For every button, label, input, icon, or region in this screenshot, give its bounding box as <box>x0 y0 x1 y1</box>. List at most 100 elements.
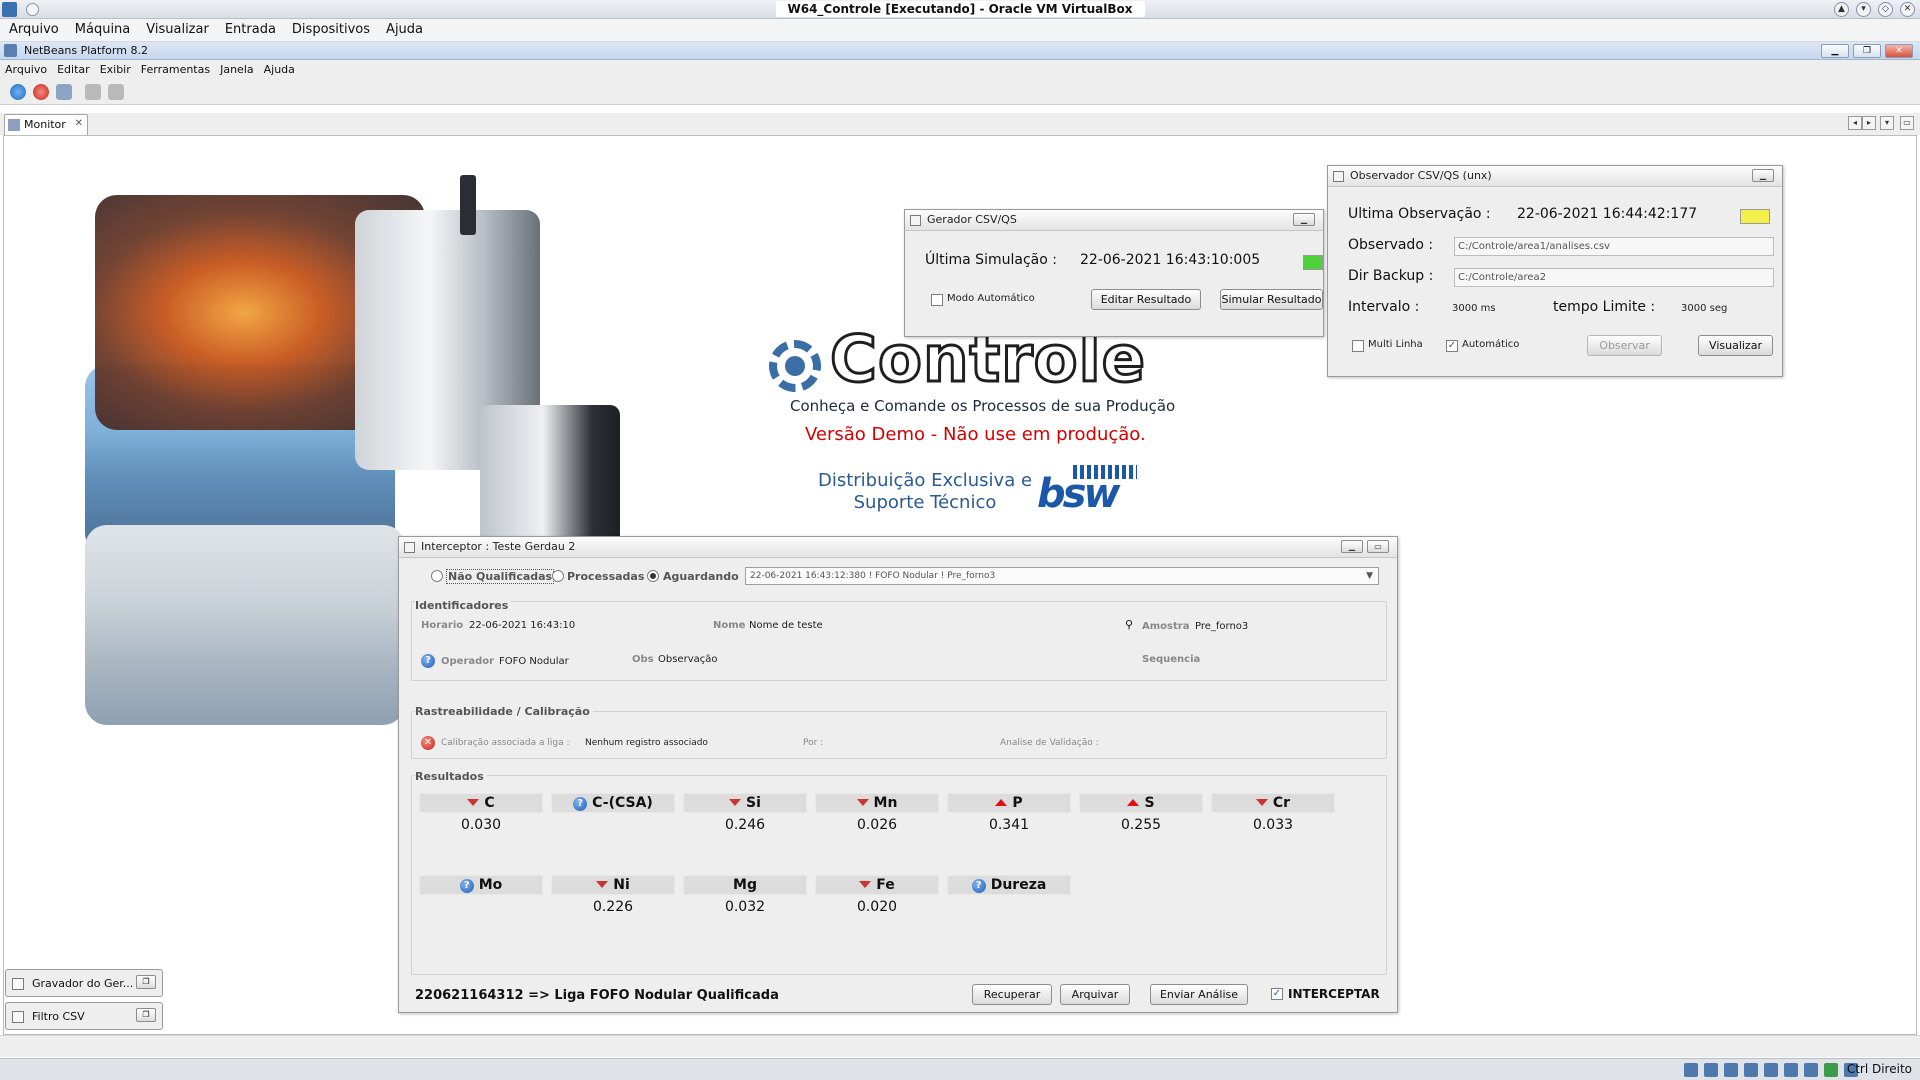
save-all-icon[interactable] <box>56 84 72 100</box>
view-button[interactable]: Visualizar <box>1698 335 1773 356</box>
send-analysis-button[interactable]: Enviar Análise <box>1150 984 1248 1005</box>
result-element-value: 0.033 <box>1252 817 1294 833</box>
result-element-header[interactable]: Cr <box>1211 793 1335 813</box>
nb-menu-ferramentas[interactable]: Ferramentas <box>136 60 215 79</box>
minimize-icon[interactable]: ▲ <box>1834 2 1849 17</box>
tab-monitor[interactable]: Monitor ✕ <box>4 114 88 135</box>
gear-logo-icon <box>769 340 821 392</box>
maximize-icon[interactable]: ▾ <box>1856 2 1871 17</box>
restore-frame-icon[interactable]: ❐ <box>136 1008 156 1022</box>
nome-value: Nome de teste <box>749 620 823 631</box>
interceptor-titlebar[interactable]: Interceptor : Teste Gerdau 2 ▁ ▭ <box>399 537 1397 558</box>
backup-dir-field[interactable]: C:/Controle/area2 <box>1454 268 1774 287</box>
archive-button[interactable]: Arquivar <box>1060 984 1130 1005</box>
automatic-checkbox[interactable]: ✓ <box>1446 340 1458 352</box>
gerador-titlebar[interactable]: Gerador CSV/QS ▁ <box>905 210 1323 231</box>
display-icon[interactable] <box>1804 1063 1818 1077</box>
result-element-header[interactable]: Ni <box>551 875 675 895</box>
result-element-value: 0.020 <box>856 899 898 915</box>
close-icon[interactable]: ✕ <box>1900 2 1915 17</box>
result-element-value: 0.341 <box>988 817 1030 833</box>
undo-icon[interactable] <box>85 84 101 100</box>
vbox-menu-dispositivos[interactable]: Dispositivos <box>284 19 378 41</box>
nb-menu-arquivo[interactable]: Arquivo <box>0 60 52 79</box>
intercept-checkbox[interactable]: ✓ <box>1271 988 1283 1000</box>
observed-path-field[interactable]: C:/Controle/area1/analises.csv <box>1454 237 1774 256</box>
tab-list-icon[interactable]: ▾ <box>1880 116 1894 130</box>
vbox-menu-visualizar[interactable]: Visualizar <box>138 19 217 41</box>
stop-icon[interactable] <box>33 84 49 100</box>
help-icon[interactable]: ? <box>421 654 435 668</box>
frame-icon <box>12 1011 24 1023</box>
minimized-frame-filtro[interactable]: Filtro CSV ❐ <box>5 1002 163 1030</box>
vbox-menu-ajuda[interactable]: Ajuda <box>378 19 431 41</box>
scroll-tabs-left-icon[interactable]: ◂ <box>1848 116 1862 130</box>
observador-titlebar[interactable]: Observador CSV/QS (unx) ▁ <box>1328 166 1782 187</box>
result-element-value: 0.032 <box>724 899 766 915</box>
filter-processadas-radio[interactable] <box>552 570 564 582</box>
interval-label: Intervalo : <box>1348 299 1420 315</box>
observador-minimize-button[interactable]: ▁ <box>1752 169 1774 182</box>
nb-menu-editar[interactable]: Editar <box>52 60 95 79</box>
network-icon[interactable] <box>1744 1063 1758 1077</box>
harddisk-icon[interactable] <box>1684 1063 1698 1077</box>
observe-button[interactable]: Observar <box>1587 335 1662 356</box>
shared-folder-icon[interactable] <box>1784 1063 1798 1077</box>
observador-frame: Observador CSV/QS (unx) ▁ Ultima Observa… <box>1327 165 1783 377</box>
simulate-result-button[interactable]: Simular Resultado <box>1220 289 1323 310</box>
interceptor-maximize-button[interactable]: ▭ <box>1367 540 1389 553</box>
amostra-value: Pre_forno3 <box>1195 621 1249 632</box>
nome-label: Nome <box>713 620 746 631</box>
edit-result-button[interactable]: Editar Resultado <box>1091 289 1201 310</box>
auto-mode-checkbox[interactable] <box>931 294 943 306</box>
minimized-frame-gravador[interactable]: Gravador do Ger... ❐ <box>5 969 163 997</box>
frame-icon <box>910 215 921 226</box>
filter-nao-qualificadas-radio[interactable] <box>431 570 443 582</box>
observador-title: Observador CSV/QS (unx) <box>1350 169 1492 182</box>
result-element-header[interactable]: S <box>1079 793 1203 813</box>
result-element-header[interactable]: ? Mo <box>419 875 543 895</box>
result-element-header[interactable]: Si <box>683 793 807 813</box>
multi-line-checkbox[interactable] <box>1352 340 1364 352</box>
error-icon: ✕ <box>421 736 435 750</box>
demo-warning: Versão Demo - Não use em produção. <box>805 424 1146 445</box>
record-select[interactable]: 22-06-2021 16:43:12:380 ! FOFO Nodular !… <box>745 567 1379 585</box>
last-observation-value: 22-06-2021 16:44:42:177 <box>1517 206 1698 222</box>
tab-close-icon[interactable]: ✕ <box>75 118 83 129</box>
audio-icon[interactable] <box>1724 1063 1738 1077</box>
nb-close-button[interactable]: ✕ <box>1885 44 1913 58</box>
nb-menu-janela[interactable]: Janela <box>215 60 259 79</box>
gerador-minimize-button[interactable]: ▁ <box>1293 213 1315 226</box>
rastreabilidade-title: Rastreabilidade / Calibração <box>415 705 593 718</box>
redo-icon[interactable] <box>108 84 124 100</box>
result-element-header[interactable]: Mg <box>683 875 807 895</box>
nb-menu-exibir[interactable]: Exibir <box>95 60 136 79</box>
result-element-header[interactable]: Mn <box>815 793 939 813</box>
interceptor-minimize-button[interactable]: ▁ <box>1341 540 1363 553</box>
nb-minimize-button[interactable]: ▁ <box>1821 44 1849 58</box>
filter-processadas-label: Processadas <box>567 570 645 583</box>
result-element-header[interactable]: ? C-(CSA) <box>551 793 675 813</box>
result-element-header[interactable]: P <box>947 793 1071 813</box>
result-element-header[interactable]: ? Dureza <box>947 875 1071 895</box>
vbox-menu-maquina[interactable]: Máquina <box>67 19 139 41</box>
vbox-menu-entrada[interactable]: Entrada <box>217 19 284 41</box>
refresh-icon[interactable] <box>10 84 26 100</box>
host-key-label: Ctrl Direito <box>1846 1062 1912 1076</box>
frame-icon <box>1333 171 1344 182</box>
recover-button[interactable]: Recuperar <box>972 984 1052 1005</box>
result-element-header[interactable]: C <box>419 793 543 813</box>
nb-menu-ajuda[interactable]: Ajuda <box>259 60 300 79</box>
nb-restore-button[interactable]: ❐ <box>1853 44 1881 58</box>
optical-drive-icon[interactable] <box>1704 1063 1718 1077</box>
restore-frame-icon[interactable]: ❐ <box>136 975 156 989</box>
usb-icon[interactable] <box>1764 1063 1778 1077</box>
restore-icon[interactable]: ◇ <box>1878 2 1893 17</box>
cpu-icon[interactable] <box>1824 1063 1838 1077</box>
filter-aguardando-radio[interactable] <box>647 570 659 582</box>
result-cell: Si 0.246 <box>683 793 807 837</box>
maximize-tab-icon[interactable]: ▭ <box>1900 116 1914 130</box>
scroll-tabs-right-icon[interactable]: ▸ <box>1862 116 1876 130</box>
result-element-header[interactable]: Fe <box>815 875 939 895</box>
vbox-menu-arquivo[interactable]: Arquivo <box>1 19 67 41</box>
